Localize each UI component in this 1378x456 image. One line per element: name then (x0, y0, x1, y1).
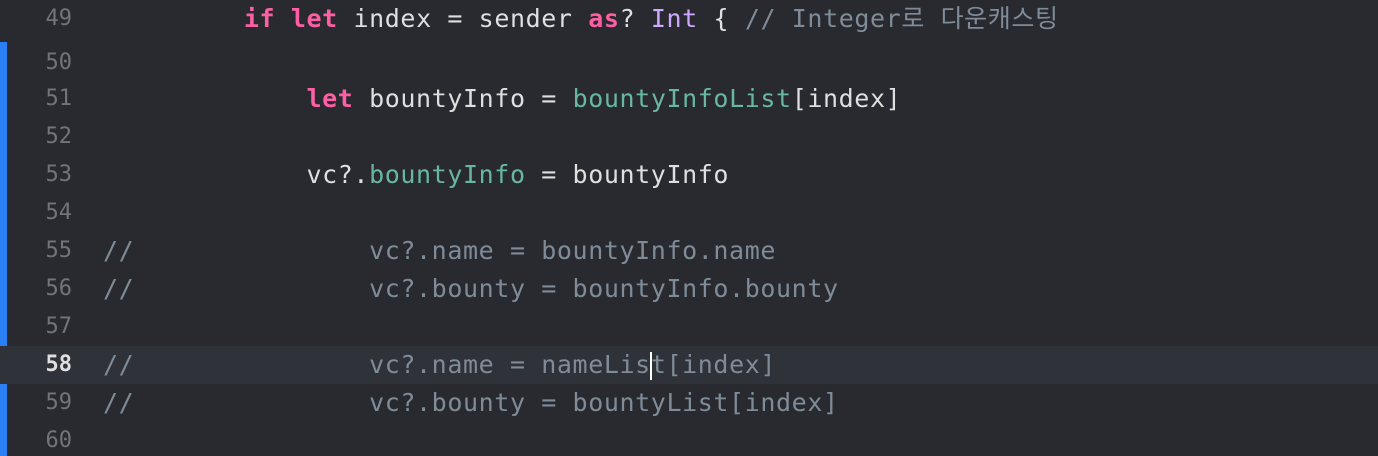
keyword-let: let (290, 4, 338, 33)
code-line[interactable]: 57 (0, 308, 1378, 346)
code-text[interactable]: if let index = sender as? Int { // Integ… (103, 0, 1059, 38)
line-number: 54 (45, 200, 73, 225)
code-line[interactable]: 56 // vc?.bounty = bountyInfo.bounty (0, 270, 1378, 308)
line-number: 51 (45, 86, 73, 111)
line-number: 53 (45, 162, 73, 187)
code-comment: // Integer로 다운캐스팅 (744, 4, 1059, 33)
code-line[interactable]: 53 vc?.bountyInfo = bountyInfo (0, 156, 1378, 194)
property-reference: bountyInfoList (572, 84, 792, 113)
line-number: 58 (45, 352, 73, 377)
current-code-line[interactable]: 58 // vc?.name = nameList[index] (0, 346, 1378, 384)
line-number: 57 (45, 314, 73, 339)
code-text[interactable]: let bountyInfo = bountyInfoList[index] (103, 80, 901, 118)
code-line[interactable]: 52 (0, 118, 1378, 156)
code-line[interactable]: 54 (0, 194, 1378, 232)
code-line[interactable]: 51 let bountyInfo = bountyInfoList[index… (0, 80, 1378, 118)
line-number: 56 (45, 276, 73, 301)
type-int: Int (650, 4, 698, 33)
code-comment[interactable]: // vc?.bounty = bountyList[index] (103, 384, 839, 422)
keyword-let: let (306, 84, 354, 113)
line-number: 59 (45, 390, 73, 415)
keyword-as: as (588, 4, 620, 33)
code-line[interactable]: 55 // vc?.name = bountyInfo.name (0, 232, 1378, 270)
code-line[interactable]: 50 (0, 44, 1378, 82)
code-text[interactable]: vc?.bountyInfo = bountyInfo (103, 156, 729, 194)
line-number: 50 (45, 50, 73, 75)
code-line[interactable]: 59 // vc?.bounty = bountyList[index] (0, 384, 1378, 422)
code-comment[interactable]: // vc?.bounty = bountyInfo.bounty (103, 270, 839, 308)
code-line[interactable]: 49 if let index = sender as? Int { // In… (0, 0, 1378, 38)
property-reference: bountyInfo (369, 160, 526, 189)
keyword-if: if (243, 4, 276, 33)
line-number: 52 (45, 124, 73, 149)
line-number: 55 (45, 238, 73, 263)
line-number: 49 (45, 6, 73, 31)
code-editor[interactable]: 49 if let index = sender as? Int { // In… (0, 0, 1378, 456)
line-number: 60 (45, 428, 73, 453)
code-line[interactable]: 60 (0, 422, 1378, 456)
code-comment[interactable]: // vc?.name = nameList[index] (103, 346, 776, 384)
code-plain: index = sender (353, 4, 573, 33)
code-comment[interactable]: // vc?.name = bountyInfo.name (103, 232, 776, 270)
